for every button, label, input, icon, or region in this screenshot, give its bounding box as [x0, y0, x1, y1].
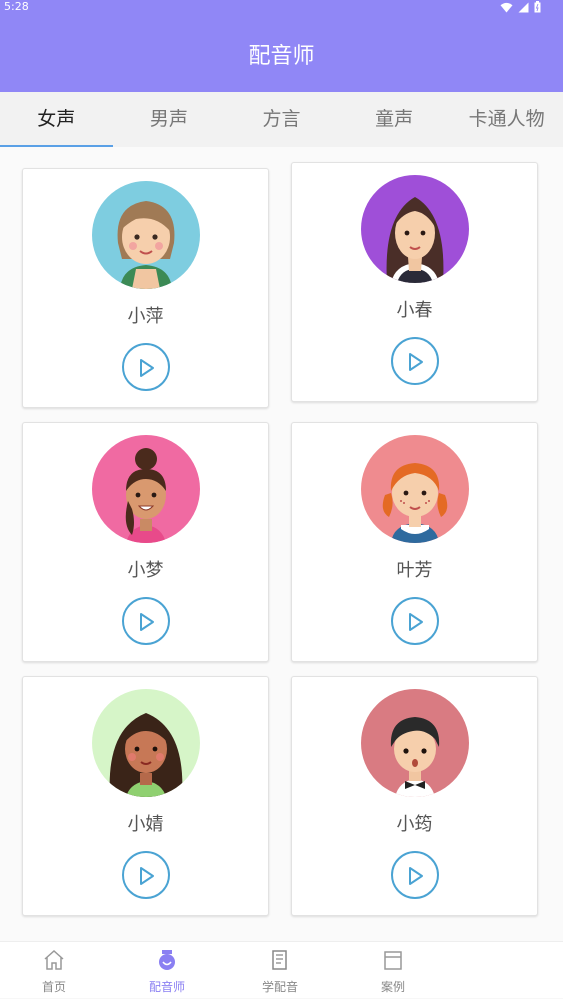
- tab-child[interactable]: 童声: [338, 92, 451, 147]
- bottom-nav: 首页 配音师 学配音 案例: [0, 941, 563, 998]
- voice-card[interactable]: 小梦: [22, 422, 269, 662]
- voice-card[interactable]: 小春: [291, 162, 538, 402]
- page-title: 配音师: [248, 44, 315, 69]
- play-icon: [140, 613, 154, 631]
- voice-grid: 小萍 小春 小梦 叶芳 小婧 小筠: [0, 147, 563, 941]
- play-icon: [409, 613, 423, 631]
- play-button[interactable]: [391, 851, 439, 899]
- girl-red-braids-avatar: [361, 435, 469, 543]
- woman-curly-hair-avatar: [92, 689, 200, 797]
- nav-learn-dubbing[interactable]: 学配音: [226, 942, 334, 999]
- nav-voice-actor[interactable]: 配音师: [113, 942, 221, 999]
- play-icon: [140, 359, 154, 377]
- status-time: 5:28: [4, 0, 29, 13]
- voice-name: 小春: [396, 300, 433, 321]
- status-bar: 5:28: [0, 0, 563, 14]
- play-button[interactable]: [391, 337, 439, 385]
- nav-label: 首页: [41, 980, 66, 994]
- voice-card[interactable]: 叶芳: [291, 422, 538, 662]
- voice-card[interactable]: 小萍: [22, 168, 269, 408]
- nav-cases[interactable]: 案例: [339, 942, 447, 999]
- nav-label: 案例: [380, 980, 405, 994]
- tab-male[interactable]: 男声: [113, 92, 226, 147]
- home-icon: [44, 949, 64, 970]
- nav-label: 学配音: [261, 980, 298, 994]
- status-icons: [500, 1, 541, 13]
- voice-name: 小婧: [127, 814, 164, 835]
- woman-long-black-hair-avatar: [361, 175, 469, 283]
- voice-name: 小梦: [127, 560, 164, 581]
- voice-name: 叶芳: [396, 560, 433, 581]
- nav-label: 配音师: [148, 980, 185, 994]
- play-icon: [409, 867, 423, 885]
- header: 配音师: [0, 14, 563, 92]
- play-icon: [409, 353, 423, 371]
- woman-bun-hair-avatar: [92, 435, 200, 543]
- case-icon: [384, 951, 402, 970]
- voice-name: 小筠: [396, 814, 433, 835]
- signal-icon: [518, 2, 529, 12]
- woman-brown-hair-avatar: [92, 181, 200, 289]
- play-button[interactable]: [122, 597, 170, 645]
- tab-cartoon[interactable]: 卡通人物: [450, 92, 563, 147]
- voice-actor-icon: [159, 950, 175, 970]
- category-tabs: 女声 男声 方言 童声 卡通人物: [0, 92, 563, 147]
- play-icon: [140, 867, 154, 885]
- book-icon: [272, 950, 287, 970]
- boy-bowtie-avatar: [361, 689, 469, 797]
- play-button[interactable]: [391, 597, 439, 645]
- wifi-icon: [500, 2, 513, 12]
- voice-name: 小萍: [127, 306, 164, 327]
- tab-dialect[interactable]: 方言: [225, 92, 338, 147]
- play-button[interactable]: [122, 851, 170, 899]
- battery-icon: [534, 1, 541, 13]
- voice-card[interactable]: 小婧: [22, 676, 269, 916]
- play-button[interactable]: [122, 343, 170, 391]
- tab-female[interactable]: 女声: [0, 92, 113, 147]
- voice-card[interactable]: 小筠: [291, 676, 538, 916]
- nav-home[interactable]: 首页: [0, 942, 108, 999]
